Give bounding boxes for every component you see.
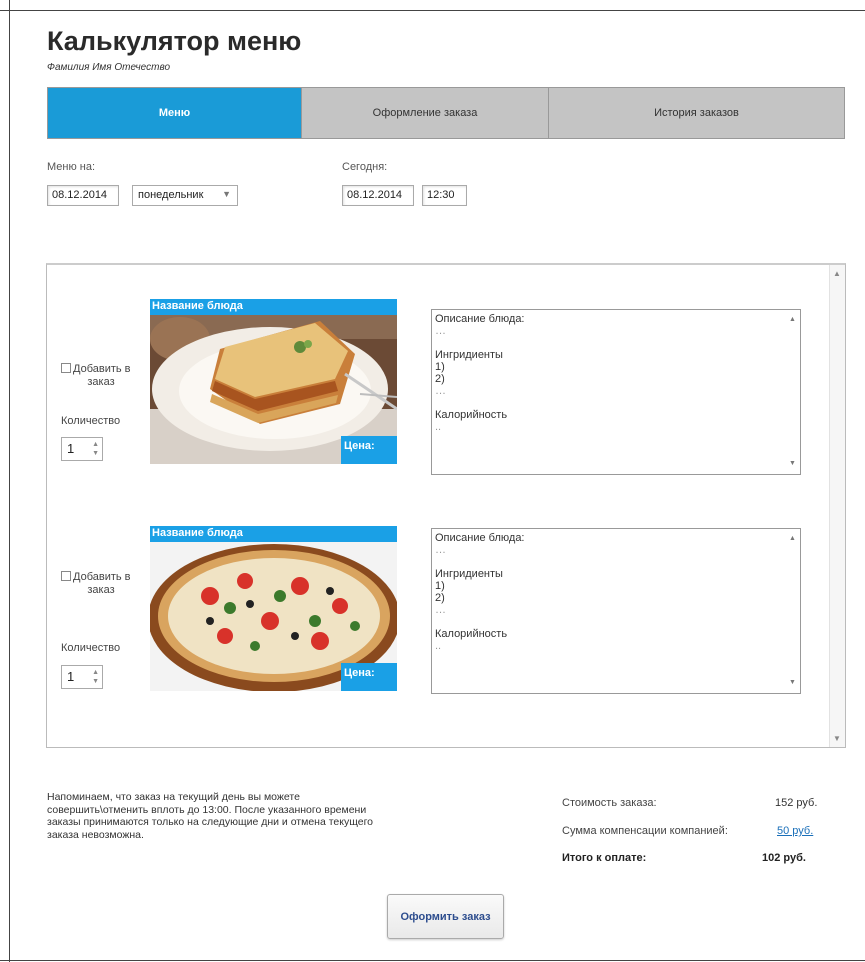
calories-label: Калорийность: [435, 628, 508, 640]
ingredient-item: 2): [435, 373, 445, 385]
ingredient-item: 1): [435, 361, 445, 373]
quantity-label: Количество: [61, 642, 121, 654]
weekday-select[interactable]: понедельник ▼: [132, 185, 238, 206]
add-to-order-label-line2: заказ: [87, 584, 115, 596]
ingredients-label: Ингридиенты: [435, 568, 503, 580]
order-cost-value: 152 руб.: [775, 797, 818, 809]
tab-menu[interactable]: Меню: [48, 88, 301, 138]
dish-price: Цена:: [341, 436, 397, 464]
quantity-stepper[interactable]: 1 ▲ ▼: [61, 665, 103, 689]
place-order-button[interactable]: Оформить заказ: [387, 894, 504, 939]
total-label: Итого к оплате:: [562, 852, 647, 864]
quantity-stepper[interactable]: 1 ▲ ▼: [61, 437, 103, 461]
main-tabs: Меню Оформление заказа История заказов: [47, 87, 845, 139]
frame-top-line: [0, 10, 865, 11]
scroll-up-icon[interactable]: ▲: [789, 533, 796, 545]
menu-for-label: Меню на:: [47, 161, 96, 173]
add-to-order-control[interactable]: Добавить в заказ: [61, 363, 141, 389]
frame-bottom-line: [0, 960, 865, 961]
description-title: Описание блюда:: [435, 313, 525, 325]
calories-placeholder: ..: [435, 640, 442, 652]
total-value: 102 руб.: [762, 852, 806, 864]
description-scrollbar[interactable]: ▲ ▼: [786, 310, 800, 474]
frame-left-line: [9, 0, 10, 962]
dish-description-box[interactable]: Описание блюда: … Ингридиенты 1) 2) … Ка…: [431, 309, 801, 475]
dish-name: Название блюда: [150, 299, 397, 315]
ingredient-item: 2): [435, 592, 445, 604]
calories-label: Калорийность: [435, 409, 508, 421]
add-to-order-label-line2: заказ: [87, 376, 115, 388]
today-time-input[interactable]: 12:30: [422, 185, 467, 206]
dish-card: Добавить в заказ Количество 1 ▲ ▼ Назван…: [47, 526, 827, 696]
today-label: Сегодня:: [342, 161, 388, 173]
chevron-down-icon: ▼: [222, 189, 231, 199]
dish-price: Цена:: [341, 663, 397, 691]
ingredients-placeholder: …: [435, 385, 446, 397]
add-to-order-checkbox[interactable]: [61, 571, 71, 581]
page-title: Калькулятор меню: [47, 26, 302, 56]
dish-list: ▲ ▼ Добавить в заказ Количество 1 ▲ ▼ На…: [46, 263, 846, 748]
compensation-label: Сумма компенсации компанией:: [562, 825, 728, 837]
scroll-down-icon[interactable]: ▼: [789, 458, 796, 470]
dish-photo: Название блюда Цена:: [150, 526, 397, 691]
add-to-order-label-line1: Добавить в: [73, 571, 131, 583]
today-date-input[interactable]: 08.12.2014: [342, 185, 414, 206]
tab-order-history[interactable]: История заказов: [548, 88, 844, 138]
dish-photo: Название блюда Цена:: [150, 299, 397, 464]
description-scrollbar[interactable]: ▲ ▼: [786, 529, 800, 693]
scroll-down-icon[interactable]: ▼: [789, 677, 796, 689]
description-placeholder: …: [435, 544, 446, 556]
ingredient-item: 1): [435, 580, 445, 592]
dish-card: Добавить в заказ Количество 1 ▲ ▼ Назван…: [47, 299, 827, 475]
description-title: Описание блюда:: [435, 532, 525, 544]
description-placeholder: …: [435, 325, 446, 337]
weekday-select-value: понедельник: [138, 189, 204, 201]
order-cost-label: Стоимость заказа:: [562, 797, 657, 809]
scroll-down-icon[interactable]: ▼: [833, 734, 841, 743]
spin-arrows-icon[interactable]: ▲ ▼: [92, 440, 99, 458]
add-to-order-label-line1: Добавить в: [73, 363, 131, 375]
ingredients-label: Ингридиенты: [435, 349, 503, 361]
dish-description-box[interactable]: Описание блюда: … Ингридиенты 1) 2) … Ка…: [431, 528, 801, 694]
quantity-value: 1: [67, 669, 75, 684]
order-deadline-note: Напоминаем, что заказ на текущий день вы…: [47, 791, 374, 841]
quantity-label: Количество: [61, 415, 121, 427]
calories-placeholder: ..: [435, 421, 442, 433]
ingredients-placeholder: …: [435, 604, 446, 616]
quantity-value: 1: [67, 441, 75, 456]
scroll-up-icon[interactable]: ▲: [833, 269, 841, 278]
dish-name: Название блюда: [150, 526, 397, 542]
compensation-link[interactable]: 50 руб.: [777, 825, 837, 837]
scroll-up-icon[interactable]: ▲: [789, 314, 796, 326]
menu-date-input[interactable]: 08.12.2014: [47, 185, 119, 206]
add-to-order-control[interactable]: Добавить в заказ: [61, 571, 141, 597]
add-to-order-checkbox[interactable]: [61, 363, 71, 373]
tab-checkout[interactable]: Оформление заказа: [301, 88, 548, 138]
dish-list-scrollbar[interactable]: ▲ ▼: [829, 265, 845, 747]
spin-arrows-icon[interactable]: ▲ ▼: [92, 668, 99, 686]
user-name: Фамилия Имя Отечество: [47, 62, 171, 73]
